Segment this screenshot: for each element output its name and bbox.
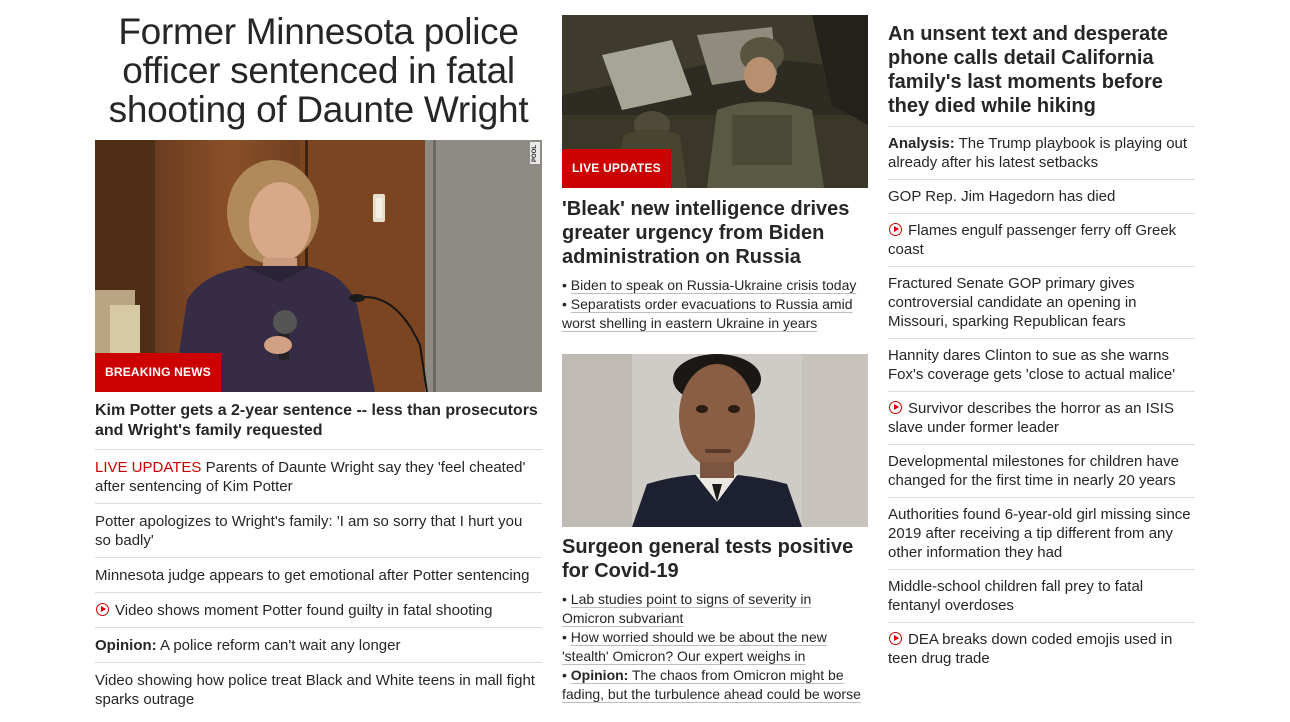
lead-story: Former Minnesota police officer sentence…: [95, 12, 542, 716]
play-circle-icon: [889, 223, 902, 236]
russia-image[interactable]: LIVE UPDATES: [562, 15, 868, 188]
item-text: Middle-school children fall prey to fata…: [888, 578, 1144, 614]
bullet-text: Lab studies point to signs of severity i…: [562, 591, 812, 626]
side-item-5[interactable]: Hannity dares Clinton to sue as she warn…: [888, 339, 1195, 392]
right-column: An unsent text and desperate phone calls…: [888, 22, 1195, 675]
covid-story: Surgeon general tests positive for Covid…: [562, 354, 868, 704]
lead-item-5[interactable]: Opinion: A police reform can't wait any …: [95, 628, 542, 663]
opinion-label: Opinion:: [570, 667, 629, 683]
covid-bullet-2[interactable]: • How worried should we be about the new…: [562, 628, 868, 666]
lead-item-1[interactable]: LIVE UPDATES Parents of Daunte Wright sa…: [95, 450, 542, 504]
covid-image[interactable]: [562, 354, 868, 527]
lead-caption[interactable]: Kim Potter gets a 2-year sentence -- les…: [95, 401, 542, 450]
lead-item-4[interactable]: Video shows moment Potter found guilty i…: [95, 593, 542, 628]
item-text: Potter apologizes to Wright's family: 'I…: [95, 513, 523, 549]
lead-image[interactable]: POOL BREAKING NEWS: [95, 140, 542, 392]
analysis-label: Analysis:: [888, 135, 955, 152]
lead-item-3[interactable]: Minnesota judge appears to get emotional…: [95, 558, 542, 593]
side-item-6[interactable]: Survivor describes the horror as an ISIS…: [888, 392, 1195, 445]
russia-story: LIVE UPDATES 'Bleak' new intelligence dr…: [562, 15, 868, 333]
item-text: Survivor describes the horror as an ISIS…: [888, 400, 1174, 436]
lead-item-2[interactable]: Potter apologizes to Wright's family: 'I…: [95, 504, 542, 558]
covid-bullet-3[interactable]: • Opinion: The chaos from Omicron might …: [562, 666, 868, 704]
item-text: Hannity dares Clinton to sue as she warn…: [888, 347, 1176, 383]
russia-bullet-1[interactable]: • Biden to speak on Russia-Ukraine crisi…: [562, 276, 868, 295]
side-item-2[interactable]: GOP Rep. Jim Hagedorn has died: [888, 180, 1195, 214]
surgeon-general-photo: [562, 354, 868, 527]
pool-label: POOL: [530, 142, 540, 164]
item-text: GOP Rep. Jim Hagedorn has died: [888, 188, 1116, 205]
side-item-7[interactable]: Developmental milestones for children ha…: [888, 445, 1195, 498]
item-text: A police reform can't wait any longer: [160, 637, 401, 654]
covid-bullet-1[interactable]: • Lab studies point to signs of severity…: [562, 590, 868, 628]
covid-headline[interactable]: Surgeon general tests positive for Covid…: [562, 535, 868, 583]
item-text: Video showing how police treat Black and…: [95, 672, 535, 708]
side-item-8[interactable]: Authorities found 6-year-old girl missin…: [888, 498, 1195, 570]
bullet-text: How worried should we be about the new '…: [562, 629, 827, 664]
play-circle-icon: [889, 632, 902, 645]
side-item-1[interactable]: Analysis: The Trump playbook is playing …: [888, 127, 1195, 180]
bullet-text: Separatists order evacuations to Russia …: [562, 296, 853, 331]
side-headline[interactable]: An unsent text and desperate phone calls…: [888, 22, 1195, 127]
opinion-label: Opinion:: [95, 637, 157, 654]
item-text: DEA breaks down coded emojis used in tee…: [888, 631, 1173, 667]
item-text: Developmental milestones for children ha…: [888, 453, 1179, 489]
item-text: Minnesota judge appears to get emotional…: [95, 567, 530, 584]
lead-item-6[interactable]: Video showing how police treat Black and…: [95, 663, 542, 716]
live-updates-label: LIVE UPDATES: [95, 459, 202, 476]
play-circle-icon: [96, 603, 109, 616]
item-text: Authorities found 6-year-old girl missin…: [888, 506, 1191, 561]
item-text: Flames engulf passenger ferry off Greek …: [888, 222, 1177, 258]
item-text: Video shows moment Potter found guilty i…: [115, 602, 493, 619]
play-circle-icon: [889, 401, 902, 414]
bullet-text: Biden to speak on Russia-Ukraine crisis …: [570, 277, 857, 293]
russia-bullet-2[interactable]: • Separatists order evacuations to Russi…: [562, 295, 868, 333]
middle-column: LIVE UPDATES 'Bleak' new intelligence dr…: [562, 15, 868, 704]
side-item-4[interactable]: Fractured Senate GOP primary gives contr…: [888, 267, 1195, 339]
homepage: Former Minnesota police officer sentence…: [0, 0, 1290, 722]
live-updates-badge[interactable]: LIVE UPDATES: [562, 149, 671, 188]
lead-headline[interactable]: Former Minnesota police officer sentence…: [95, 12, 542, 129]
side-item-10[interactable]: DEA breaks down coded emojis used in tee…: [888, 623, 1195, 675]
item-text: Fractured Senate GOP primary gives contr…: [888, 275, 1137, 330]
side-item-9[interactable]: Middle-school children fall prey to fata…: [888, 570, 1195, 623]
russia-headline[interactable]: 'Bleak' new intelligence drives greater …: [562, 197, 868, 269]
side-item-3[interactable]: Flames engulf passenger ferry off Greek …: [888, 214, 1195, 267]
breaking-news-badge[interactable]: BREAKING NEWS: [95, 353, 221, 392]
